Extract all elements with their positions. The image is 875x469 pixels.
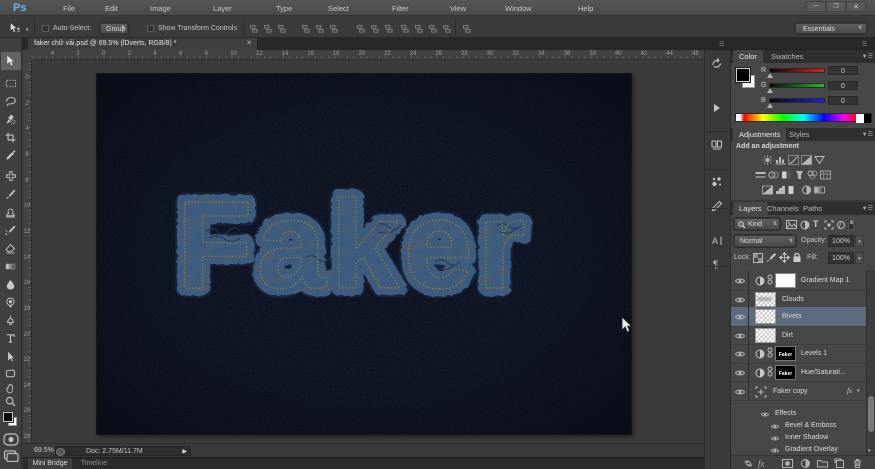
- svg-text:A: A: [712, 236, 718, 246]
- svg-text:¶: ¶: [713, 260, 718, 271]
- svg-text:Faker: Faker: [176, 176, 530, 315]
- svg-text:fx: fx: [758, 459, 765, 469]
